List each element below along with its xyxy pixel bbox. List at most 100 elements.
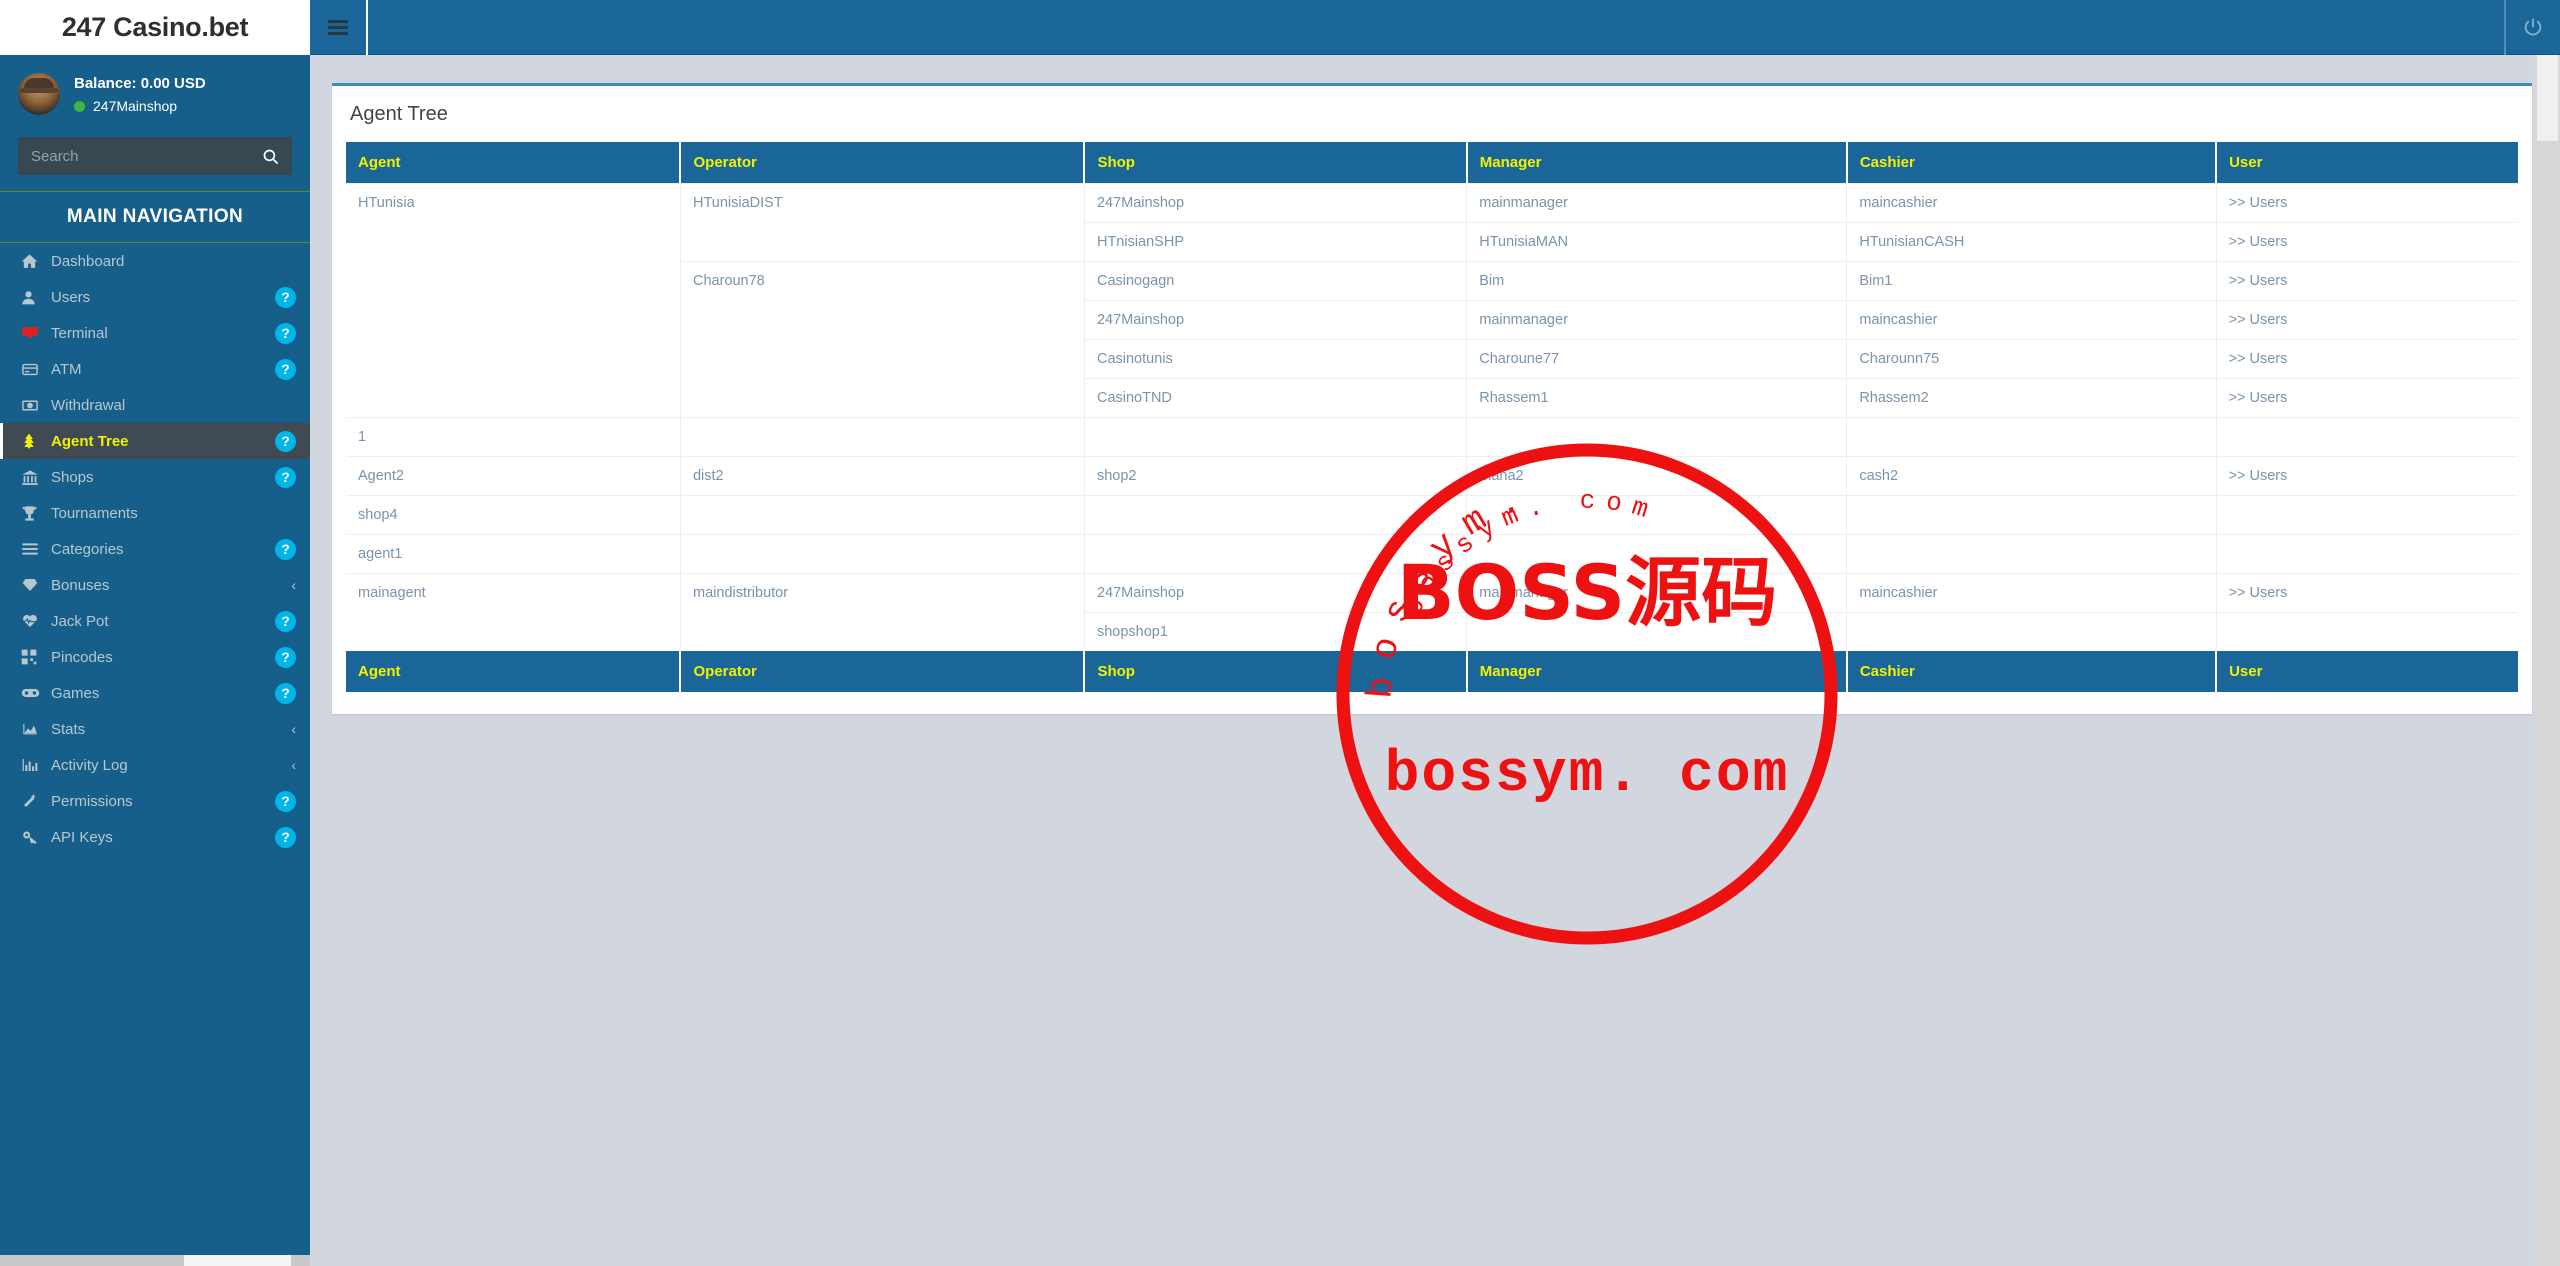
cell-cashier: maincashier	[1846, 183, 2217, 223]
help-badge-icon[interactable]: ?	[275, 466, 296, 488]
sidebar-horizontal-scrollbar[interactable]	[0, 1255, 310, 1266]
sidebar-item-jack-pot[interactable]: Jack Pot?	[0, 603, 310, 639]
cell-shop: HTnisianSHP	[1084, 222, 1468, 262]
sidebar-item-agent-tree[interactable]: Agent Tree?	[0, 423, 310, 459]
search-submit-button[interactable]	[249, 137, 291, 175]
sidebar-item-users[interactable]: Users?	[0, 279, 310, 315]
balance-label: Balance: 0.00 USD	[74, 74, 206, 92]
column-header-cashier[interactable]: Cashier	[1846, 142, 2218, 184]
help-badge-icon[interactable]: ?	[275, 790, 296, 812]
page-title: Agent Tree	[350, 103, 448, 125]
sidebar-item-withdrawal[interactable]: Withdrawal	[0, 387, 310, 423]
logout-button[interactable]	[2504, 0, 2560, 55]
cell-user[interactable]: >> Users	[2216, 339, 2518, 379]
tree-icon	[21, 432, 51, 450]
users-link[interactable]: >> Users	[2229, 351, 2288, 367]
cell-user	[2216, 612, 2518, 651]
sidebar-item-dashboard[interactable]: Dashboard	[0, 243, 310, 279]
agent-tree-table: Agent Operator Shop Manager Cashier User HTun…	[346, 142, 2518, 692]
help-badge-icon[interactable]: ?	[275, 682, 296, 704]
help-badge-icon[interactable]: ?	[275, 610, 296, 632]
sidebar-item-label: Terminal	[51, 324, 108, 342]
brand-logo[interactable]: 247 Casino.bet	[0, 0, 310, 55]
sidebar-item-api-keys[interactable]: API Keys?	[0, 819, 310, 855]
cell-user[interactable]: >> Users	[2216, 300, 2518, 340]
column-header-shop[interactable]: Shop	[1084, 651, 1468, 692]
sidebar-item-permissions[interactable]: Permissions?	[0, 783, 310, 819]
cell-user[interactable]: >> Users	[2216, 456, 2518, 496]
search-input[interactable]	[19, 147, 249, 165]
help-badge-icon[interactable]: ?	[275, 430, 296, 452]
users-link[interactable]: >> Users	[2229, 468, 2288, 484]
users-link[interactable]: >> Users	[2229, 312, 2288, 328]
search-icon	[263, 149, 278, 164]
cell-shop: Casinotunis	[1084, 339, 1468, 379]
column-header-operator[interactable]: Operator	[680, 142, 1086, 184]
main-area: Agent Tree Agent Operator Shop Manager Cashi…	[310, 0, 2560, 1266]
cell-manager	[1466, 417, 1848, 457]
sidebar-scroll-thumb[interactable]	[184, 1255, 291, 1266]
column-header-manager[interactable]: Manager	[1466, 142, 1848, 184]
key-icon	[21, 829, 51, 845]
column-header-manager[interactable]: Manager	[1466, 651, 1848, 692]
sidebar-item-bonuses[interactable]: Bonuses ‹	[0, 567, 310, 603]
sidebar-item-label: Categories	[51, 540, 124, 558]
cell-user	[2216, 417, 2518, 457]
svg-text:bossym. com: bossym. com	[1385, 743, 1790, 808]
cell-manager	[1466, 495, 1848, 535]
cell-user[interactable]: >> Users	[2216, 378, 2518, 418]
cell-user[interactable]: >> Users	[2216, 573, 2518, 613]
help-badge-icon[interactable]: ?	[275, 826, 296, 848]
bank-icon	[21, 469, 51, 486]
cell-user[interactable]: >> Users	[2216, 222, 2518, 262]
area-chart-icon	[21, 721, 51, 737]
sidebar-item-label: Bonuses	[51, 576, 110, 594]
cell-operator: maindistributor	[680, 573, 1085, 651]
shop-name-label: 247Mainshop	[93, 98, 178, 115]
column-header-user[interactable]: User	[2216, 142, 2518, 184]
help-badge-icon[interactable]: ?	[275, 286, 296, 308]
help-badge-icon[interactable]: ?	[275, 358, 296, 380]
cell-cashier	[1846, 534, 2217, 574]
sidebar-item-atm[interactable]: ATM?	[0, 351, 310, 387]
users-link[interactable]: >> Users	[2229, 273, 2288, 289]
column-header-cashier[interactable]: Cashier	[1846, 651, 2218, 692]
cell-agent: 1	[346, 417, 681, 457]
sidebar-item-activity-log[interactable]: Activity Log ‹	[0, 747, 310, 783]
sidebar-item-label: Shops	[51, 468, 94, 486]
trophy-icon	[21, 505, 51, 522]
sidebar-item-categories[interactable]: Categories?	[0, 531, 310, 567]
cell-agent: Agent2	[346, 456, 681, 496]
users-link[interactable]: >> Users	[2229, 390, 2288, 406]
cell-agent: HTunisia	[346, 183, 681, 418]
sidebar-item-tournaments[interactable]: Tournaments	[0, 495, 310, 531]
page-scroll-thumb[interactable]	[2537, 55, 2558, 141]
help-badge-icon[interactable]: ?	[275, 646, 296, 668]
sidebar-item-shops[interactable]: Shops?	[0, 459, 310, 495]
sidebar-item-terminal[interactable]: Terminal?	[0, 315, 310, 351]
sidebar-item-stats[interactable]: Stats ‹	[0, 711, 310, 747]
sidebar-item-pincodes[interactable]: Pincodes?	[0, 639, 310, 675]
cell-shop	[1084, 417, 1468, 457]
status-online-icon	[74, 100, 85, 112]
cell-shop: Casinogagn	[1084, 261, 1468, 301]
list-icon	[21, 542, 51, 556]
users-link[interactable]: >> Users	[2229, 195, 2288, 211]
brand-logo-text: 247 Casino.bet	[61, 12, 249, 42]
sidebar-item-games[interactable]: Games?	[0, 675, 310, 711]
column-header-shop[interactable]: Shop	[1084, 142, 1468, 184]
help-badge-icon[interactable]: ?	[275, 322, 296, 344]
users-link[interactable]: >> Users	[2229, 234, 2288, 250]
page-vertical-scrollbar[interactable]	[2535, 55, 2560, 1266]
users-link[interactable]: >> Users	[2229, 585, 2288, 601]
column-header-agent[interactable]: Agent	[346, 142, 682, 184]
sidebar-toggle-button[interactable]	[310, 0, 368, 55]
column-header-agent[interactable]: Agent	[346, 651, 682, 692]
cell-shop	[1084, 534, 1468, 574]
help-badge-icon[interactable]: ?	[275, 538, 296, 560]
column-header-user[interactable]: User	[2216, 651, 2518, 692]
column-header-operator[interactable]: Operator	[680, 651, 1086, 692]
cell-user[interactable]: >> Users	[2216, 261, 2518, 301]
cell-user[interactable]: >> Users	[2216, 183, 2518, 223]
sidebar-nav-list: Dashboard Users? Terminal? ATM? Withdrawal Ag…	[0, 243, 310, 855]
